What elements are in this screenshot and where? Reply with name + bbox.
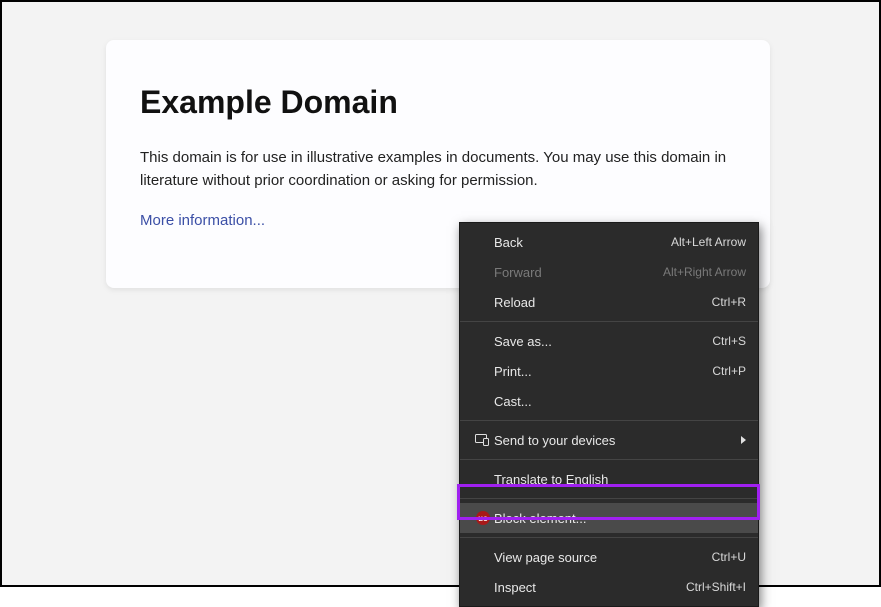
menu-item-print[interactable]: Print... Ctrl+P [460, 356, 758, 386]
menu-separator [460, 459, 758, 460]
menu-shortcut: Ctrl+S [712, 334, 746, 348]
menu-separator [460, 420, 758, 421]
menu-item-save-as[interactable]: Save as... Ctrl+S [460, 326, 758, 356]
menu-item-view-source[interactable]: View page source Ctrl+U [460, 542, 758, 572]
page-description: This domain is for use in illustrative e… [140, 147, 736, 192]
menu-label: Forward [494, 265, 663, 280]
menu-separator [460, 537, 758, 538]
menu-item-inspect[interactable]: Inspect Ctrl+Shift+I [460, 572, 758, 602]
context-menu: Back Alt+Left Arrow Forward Alt+Right Ar… [459, 222, 759, 607]
menu-label: Back [494, 235, 671, 250]
menu-item-back[interactable]: Back Alt+Left Arrow [460, 227, 758, 257]
menu-item-block-element[interactable]: uo Block element... [460, 503, 758, 533]
menu-separator [460, 321, 758, 322]
menu-label: Translate to English [494, 472, 746, 487]
menu-shortcut: Ctrl+P [712, 364, 746, 378]
menu-label: Send to your devices [494, 433, 733, 448]
menu-item-cast[interactable]: Cast... [460, 386, 758, 416]
menu-shortcut: Ctrl+R [712, 295, 746, 309]
more-information-link[interactable]: More information... [140, 212, 265, 229]
menu-label: View page source [494, 550, 712, 565]
menu-label: Inspect [494, 580, 686, 595]
menu-label: Save as... [494, 334, 712, 349]
menu-item-forward: Forward Alt+Right Arrow [460, 257, 758, 287]
menu-shortcut: Ctrl+Shift+I [686, 580, 746, 594]
menu-label: Print... [494, 364, 712, 379]
menu-item-send-to-devices[interactable]: Send to your devices [460, 425, 758, 455]
ublock-icon: uo [472, 511, 494, 525]
menu-label: Cast... [494, 394, 746, 409]
menu-item-translate[interactable]: Translate to English [460, 464, 758, 494]
page-title: Example Domain [140, 84, 736, 121]
menu-label: Reload [494, 295, 712, 310]
menu-shortcut: Alt+Right Arrow [663, 265, 746, 279]
menu-separator [460, 498, 758, 499]
menu-shortcut: Ctrl+U [712, 550, 746, 564]
menu-item-reload[interactable]: Reload Ctrl+R [460, 287, 758, 317]
submenu-arrow-icon [741, 436, 746, 444]
menu-shortcut: Alt+Left Arrow [671, 235, 746, 249]
menu-label: Block element... [494, 511, 746, 526]
devices-icon [472, 434, 494, 446]
